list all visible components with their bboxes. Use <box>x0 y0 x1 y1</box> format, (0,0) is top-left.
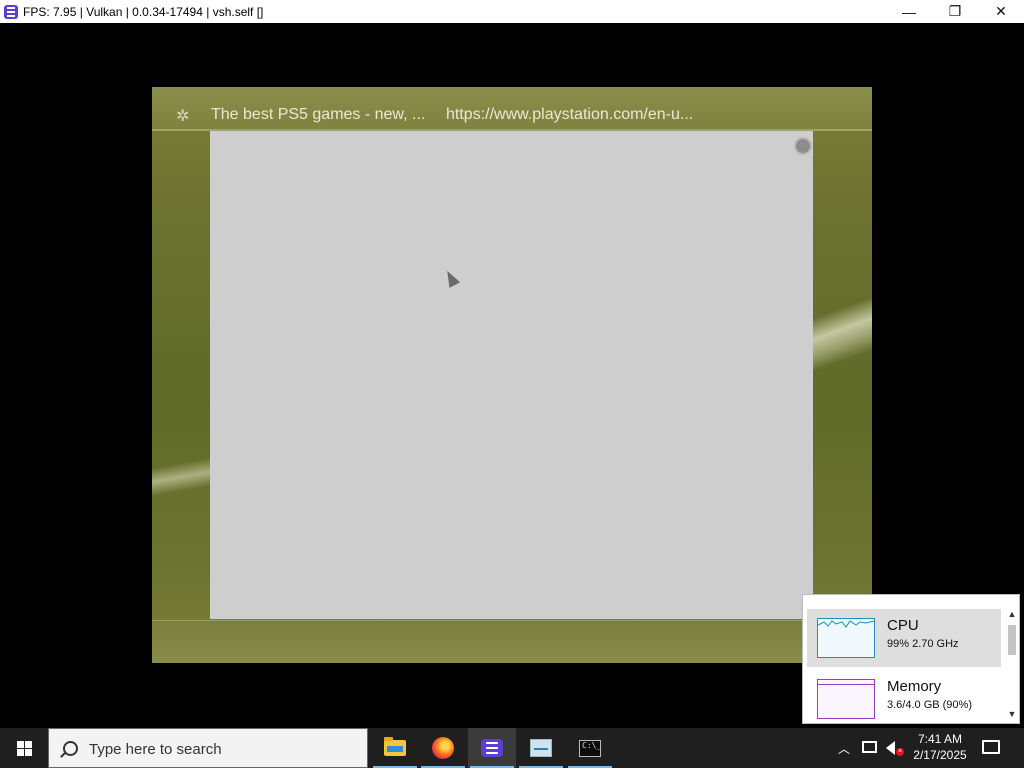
cpu-value: 99% 2.70 GHz <box>887 638 959 650</box>
cpu-graph-line <box>818 620 874 628</box>
background-wave-left <box>152 447 212 507</box>
xmb-browser-screen: ✲ The best PS5 games - new, ... https://… <box>152 87 872 663</box>
rpcs3-app-icon <box>4 4 18 19</box>
scroll-up-icon[interactable]: ▲ <box>1005 609 1019 621</box>
cpu-label: CPU <box>887 617 919 634</box>
page-url: https://www.playstation.com/en-u... <box>446 106 694 123</box>
network-icon[interactable] <box>862 741 877 753</box>
window-controls: — ❐ ✕ <box>886 0 1024 23</box>
windows-logo-icon <box>16 740 32 756</box>
muted-badge-icon: × <box>896 748 904 756</box>
taskbar-search-box[interactable]: Type here to search <box>48 728 368 768</box>
notification-center-icon[interactable] <box>982 740 1000 754</box>
task-manager-icon <box>530 739 552 757</box>
cpu-performance-item[interactable]: CPU 99% 2.70 GHz <box>807 609 1001 667</box>
memory-performance-item[interactable]: Memory 3.6/4.0 GB (90%) <box>807 670 1001 728</box>
loading-indicator-icon <box>794 137 812 155</box>
rpcs3-icon <box>481 739 503 757</box>
close-button[interactable]: ✕ <box>978 0 1024 23</box>
minimize-button[interactable]: — <box>886 0 932 23</box>
scroll-down-icon[interactable]: ▼ <box>1005 709 1019 721</box>
cpu-graph <box>817 618 875 658</box>
web-page-content[interactable] <box>210 131 813 619</box>
taskbar-command-prompt[interactable]: C:\_ <box>566 728 614 768</box>
browser-footer <box>152 620 872 663</box>
taskbar-task-manager[interactable] <box>517 728 565 768</box>
memory-value: 3.6/4.0 GB (90%) <box>887 699 972 711</box>
taskbar-rpcs3[interactable] <box>468 728 516 768</box>
task-manager-summary: CPU 99% 2.70 GHz Memory 3.6/4.0 GB (90%)… <box>802 594 1020 724</box>
memory-label: Memory <box>887 678 942 695</box>
title-bar: FPS: 7.95 | Vulkan | 0.0.34-17494 | vsh.… <box>0 0 1024 23</box>
show-hidden-icons-chevron-icon[interactable]: ︿ <box>838 740 850 757</box>
file-explorer-icon <box>384 737 406 756</box>
taskbar-firefox[interactable] <box>419 728 467 768</box>
search-icon <box>63 741 78 756</box>
search-placeholder: Type here to search <box>89 741 222 758</box>
command-prompt-icon: C:\_ <box>579 739 601 757</box>
background-wave-right <box>812 292 872 377</box>
maximize-button[interactable]: ❐ <box>932 0 978 23</box>
task-manager-scrollbar[interactable]: ▲ ▼ <box>1005 609 1019 721</box>
start-button[interactable] <box>0 728 48 768</box>
volume-icon[interactable] <box>886 741 895 755</box>
taskbar-file-explorer[interactable] <box>371 728 419 768</box>
taskbar: Type here to search C:\_ ︿ × 7:41 AM 2/1… <box>0 728 1024 768</box>
clock-time: 7:41 AM <box>917 732 963 746</box>
browser-header: ✲ The best PS5 games - new, ... https://… <box>152 87 872 131</box>
page-title: The best PS5 games - new, ... <box>211 106 426 123</box>
system-clock[interactable]: 7:41 AM 2/17/2025 <box>910 731 970 764</box>
firefox-icon <box>432 737 454 759</box>
window-title: FPS: 7.95 | Vulkan | 0.0.34-17494 | vsh.… <box>23 4 264 19</box>
memory-graph <box>817 679 875 719</box>
clock-date: 2/17/2025 <box>913 748 967 762</box>
scroll-thumb[interactable] <box>1008 625 1016 655</box>
browser-icon: ✲ <box>176 108 190 125</box>
